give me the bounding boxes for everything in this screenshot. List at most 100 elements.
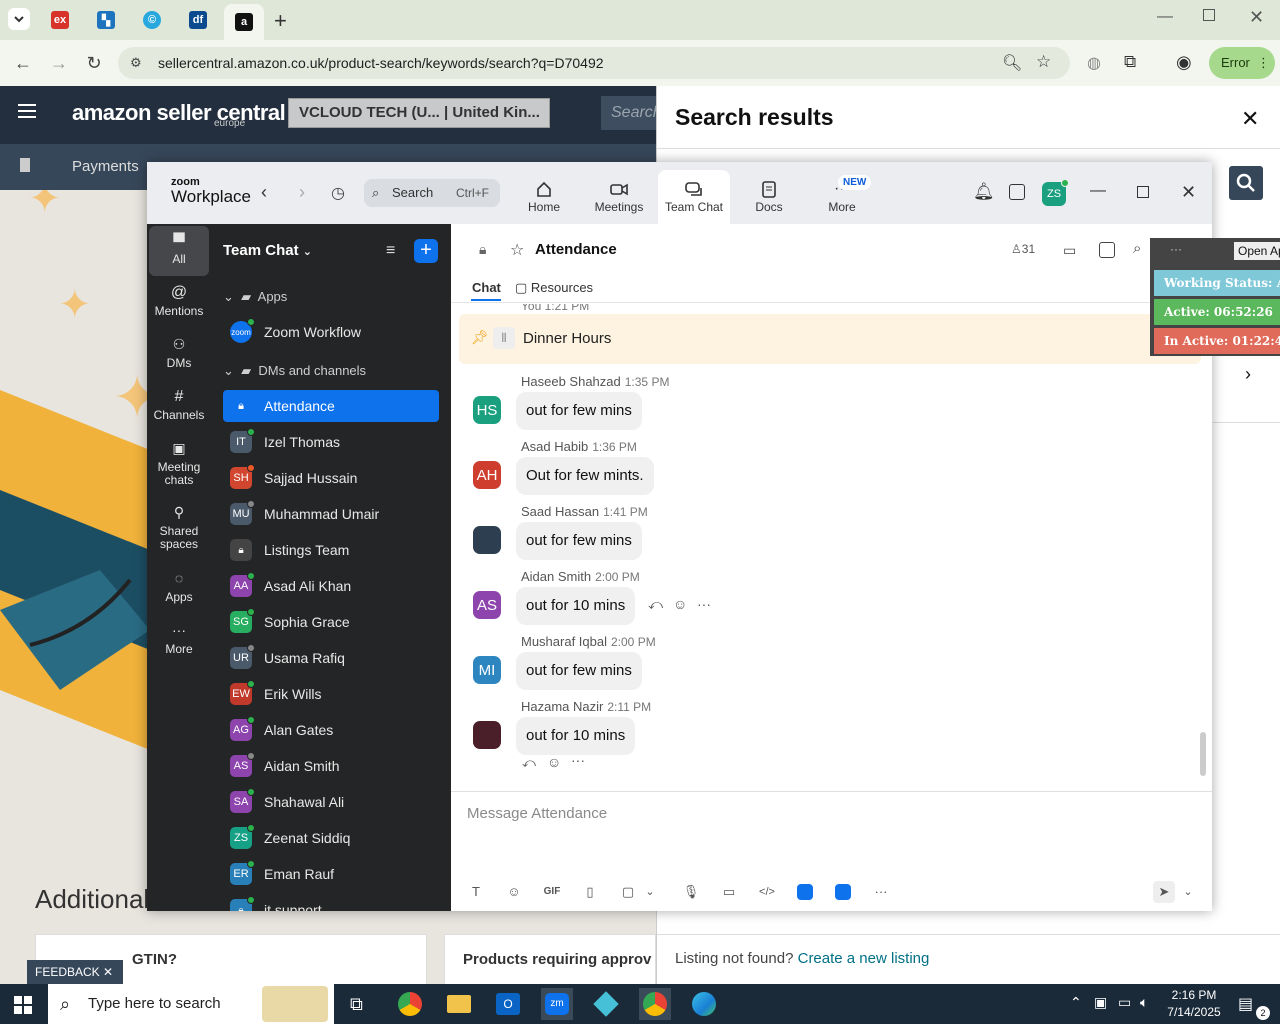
sidebar-contact-item[interactable]: UR Usama Rafiq xyxy=(223,642,439,674)
reply-icon[interactable]: ⤺ xyxy=(648,596,663,613)
more-dots-icon[interactable]: ··· xyxy=(1170,242,1182,256)
pinned-message[interactable]: 📌︎ ⫴ Dinner Hours xyxy=(459,314,1201,364)
reload-button[interactable]: ↻ xyxy=(83,52,105,74)
send-icon[interactable]: ➤ xyxy=(1153,881,1175,903)
chevron-right-icon[interactable]: › xyxy=(1245,364,1251,385)
tab-app[interactable]: ▚ xyxy=(86,6,126,34)
member-count[interactable]: ♙31 xyxy=(1011,242,1035,256)
sidebar-contact-item[interactable]: ER Eman Rauf xyxy=(223,858,439,890)
rail-apps[interactable]: ◌ Apps xyxy=(149,571,209,616)
notifications-icon[interactable]: ▤ xyxy=(1238,994,1253,1014)
message-bubble[interactable]: out for 10 mins xyxy=(516,717,636,755)
reply-icon[interactable]: ⤺ xyxy=(522,755,536,771)
message-bubble[interactable]: out for 10 mins xyxy=(516,587,636,625)
message-avatar[interactable] xyxy=(473,721,501,749)
network-icon[interactable]: ▭ xyxy=(1118,994,1131,1011)
app-blue-2-icon[interactable] xyxy=(835,884,851,900)
app-diamond[interactable] xyxy=(590,988,622,1020)
message-input[interactable] xyxy=(467,801,1167,825)
more-dots-icon[interactable]: ··· xyxy=(571,752,585,768)
back-button[interactable]: ← xyxy=(12,52,34,74)
close-button[interactable]: ✕ xyxy=(1181,182,1196,203)
zoom-app[interactable]: zm xyxy=(541,988,573,1020)
video-message-icon[interactable]: ▭ xyxy=(718,881,740,903)
chrome-app-2[interactable] xyxy=(639,988,671,1020)
message-bubble[interactable]: out for few mins xyxy=(516,392,642,430)
microphone-icon[interactable]: 🎙︎ xyxy=(680,881,702,903)
sidebar-contact-item[interactable]: ZS Zeenat Siddiq xyxy=(223,822,439,854)
sidebar-contact-item[interactable]: SH Sajjad Hussain xyxy=(223,462,439,494)
rail-more[interactable]: ··· More xyxy=(149,623,209,668)
rail-meeting-chats[interactable]: ▣ Meeting chats xyxy=(149,441,209,498)
calendar-icon[interactable] xyxy=(1009,184,1025,200)
scrollbar[interactable] xyxy=(1200,732,1206,776)
site-info-icon[interactable]: ⚙ xyxy=(130,55,142,71)
message-avatar[interactable]: AS xyxy=(473,591,501,619)
message-avatar[interactable]: MI xyxy=(473,656,501,684)
team-chat-title[interactable]: Team Chat ⌄ xyxy=(223,242,312,259)
maximize-button[interactable] xyxy=(1137,186,1149,198)
bookmark-icon[interactable] xyxy=(20,158,30,172)
sidebar-contact-item[interactable]: 🔒︎ Attendance xyxy=(223,390,439,422)
profile-error-button[interactable]: Error ⋮ xyxy=(1209,47,1275,79)
message-author[interactable]: Hazama Nazir 2:11 PM xyxy=(521,699,651,714)
edge-app[interactable] xyxy=(688,988,720,1020)
bookmark-star-icon[interactable]: ☆ xyxy=(1036,52,1051,72)
tab-chat[interactable]: Chat xyxy=(472,280,501,295)
message-author[interactable]: Asad Habib 1:36 PM xyxy=(521,439,637,454)
taskbar-clock[interactable]: 2:16 PM 7/14/2025 xyxy=(1158,987,1230,1021)
sidebar-contact-item[interactable]: MU Muhammad Umair xyxy=(223,498,439,530)
star-icon[interactable]: ☆ xyxy=(510,240,524,260)
tab-c[interactable]: © xyxy=(132,6,172,34)
app-blue-icon[interactable] xyxy=(797,884,813,900)
sidebar-contact-item[interactable]: AA Asad Ali Khan xyxy=(223,570,439,602)
video-call-icon[interactable]: ▭ xyxy=(1063,242,1076,259)
nav-payments[interactable]: Payments xyxy=(72,158,139,175)
dms-section-header[interactable]: ⌄ ▰ DMs and channels xyxy=(223,363,366,379)
taskbar-search-box[interactable]: ⌕ Type here to search xyxy=(48,984,334,1024)
message-author[interactable]: Haseeb Shahzad 1:35 PM xyxy=(521,374,669,389)
tab-df[interactable]: df xyxy=(178,6,218,34)
chevron-down-icon[interactable]: ⌄ xyxy=(639,881,661,903)
sidebar-contact-item[interactable]: 🔒︎ it support xyxy=(223,894,439,911)
file-explorer-app[interactable] xyxy=(443,988,475,1020)
message-author[interactable]: Aidan Smith 2:00 PM xyxy=(521,569,640,584)
message-bubble[interactable]: Out for few mints. xyxy=(516,457,654,495)
rail-all[interactable]: ▀ All xyxy=(149,226,209,276)
open-app-button[interactable]: Open Ap xyxy=(1234,242,1280,260)
emoji-icon[interactable]: ☺ xyxy=(503,881,525,903)
extensions-icon[interactable]: ⧉ xyxy=(1124,52,1136,72)
nav-docs[interactable]: Docs xyxy=(733,170,805,224)
message-bubble[interactable]: out for few mins xyxy=(516,652,642,690)
sidebar-contact-item[interactable]: AS Aidan Smith xyxy=(223,750,439,782)
channel-title[interactable]: Attendance xyxy=(535,241,617,258)
tray-app-icon[interactable]: ▣ xyxy=(1094,994,1107,1011)
emoji-icon[interactable]: ☺ xyxy=(673,596,687,612)
rail-channels[interactable]: # Channels xyxy=(149,389,209,434)
screenshot-icon[interactable]: ▢ xyxy=(617,881,639,903)
message-bubble[interactable]: out for few mins xyxy=(516,522,642,560)
message-author[interactable]: Musharaf Iqbal 2:00 PM xyxy=(521,634,656,649)
message-avatar[interactable]: AH xyxy=(473,461,501,489)
emoji-icon[interactable]: ☺ xyxy=(547,754,561,770)
tab-list-button[interactable] xyxy=(8,8,30,30)
search-button[interactable] xyxy=(1229,166,1263,200)
rail-shared-spaces[interactable]: ⚲ Shared spaces xyxy=(149,505,209,562)
code-icon[interactable]: </> xyxy=(756,881,778,903)
user-avatar[interactable]: ZS xyxy=(1042,179,1069,206)
sidebar-contact-item[interactable]: IT Izel Thomas xyxy=(223,426,439,458)
chevron-down-icon[interactable]: ⌄ xyxy=(1177,881,1199,903)
more-dots-icon[interactable]: ··· xyxy=(870,881,892,903)
nav-team-chat[interactable]: Team Chat xyxy=(658,170,730,224)
restore-window-button[interactable] xyxy=(1203,9,1215,21)
filter-icon[interactable]: ≡ xyxy=(386,242,395,260)
file-icon[interactable]: ▯ xyxy=(579,881,601,903)
message-avatar[interactable] xyxy=(473,526,501,554)
account-switcher[interactable]: VCLOUD TECH (U... | United Kin... xyxy=(288,98,550,128)
apps-section-header[interactable]: ⌄ ▰ Apps xyxy=(223,289,287,305)
profile-icon[interactable]: ◉ xyxy=(1176,52,1192,73)
windows-start-icon[interactable] xyxy=(14,996,32,1014)
tab-ex[interactable]: ex xyxy=(40,6,80,34)
back-arrow-icon[interactable]: ‹ xyxy=(261,182,267,203)
message-author[interactable]: Saad Hassan 1:41 PM xyxy=(521,504,648,519)
